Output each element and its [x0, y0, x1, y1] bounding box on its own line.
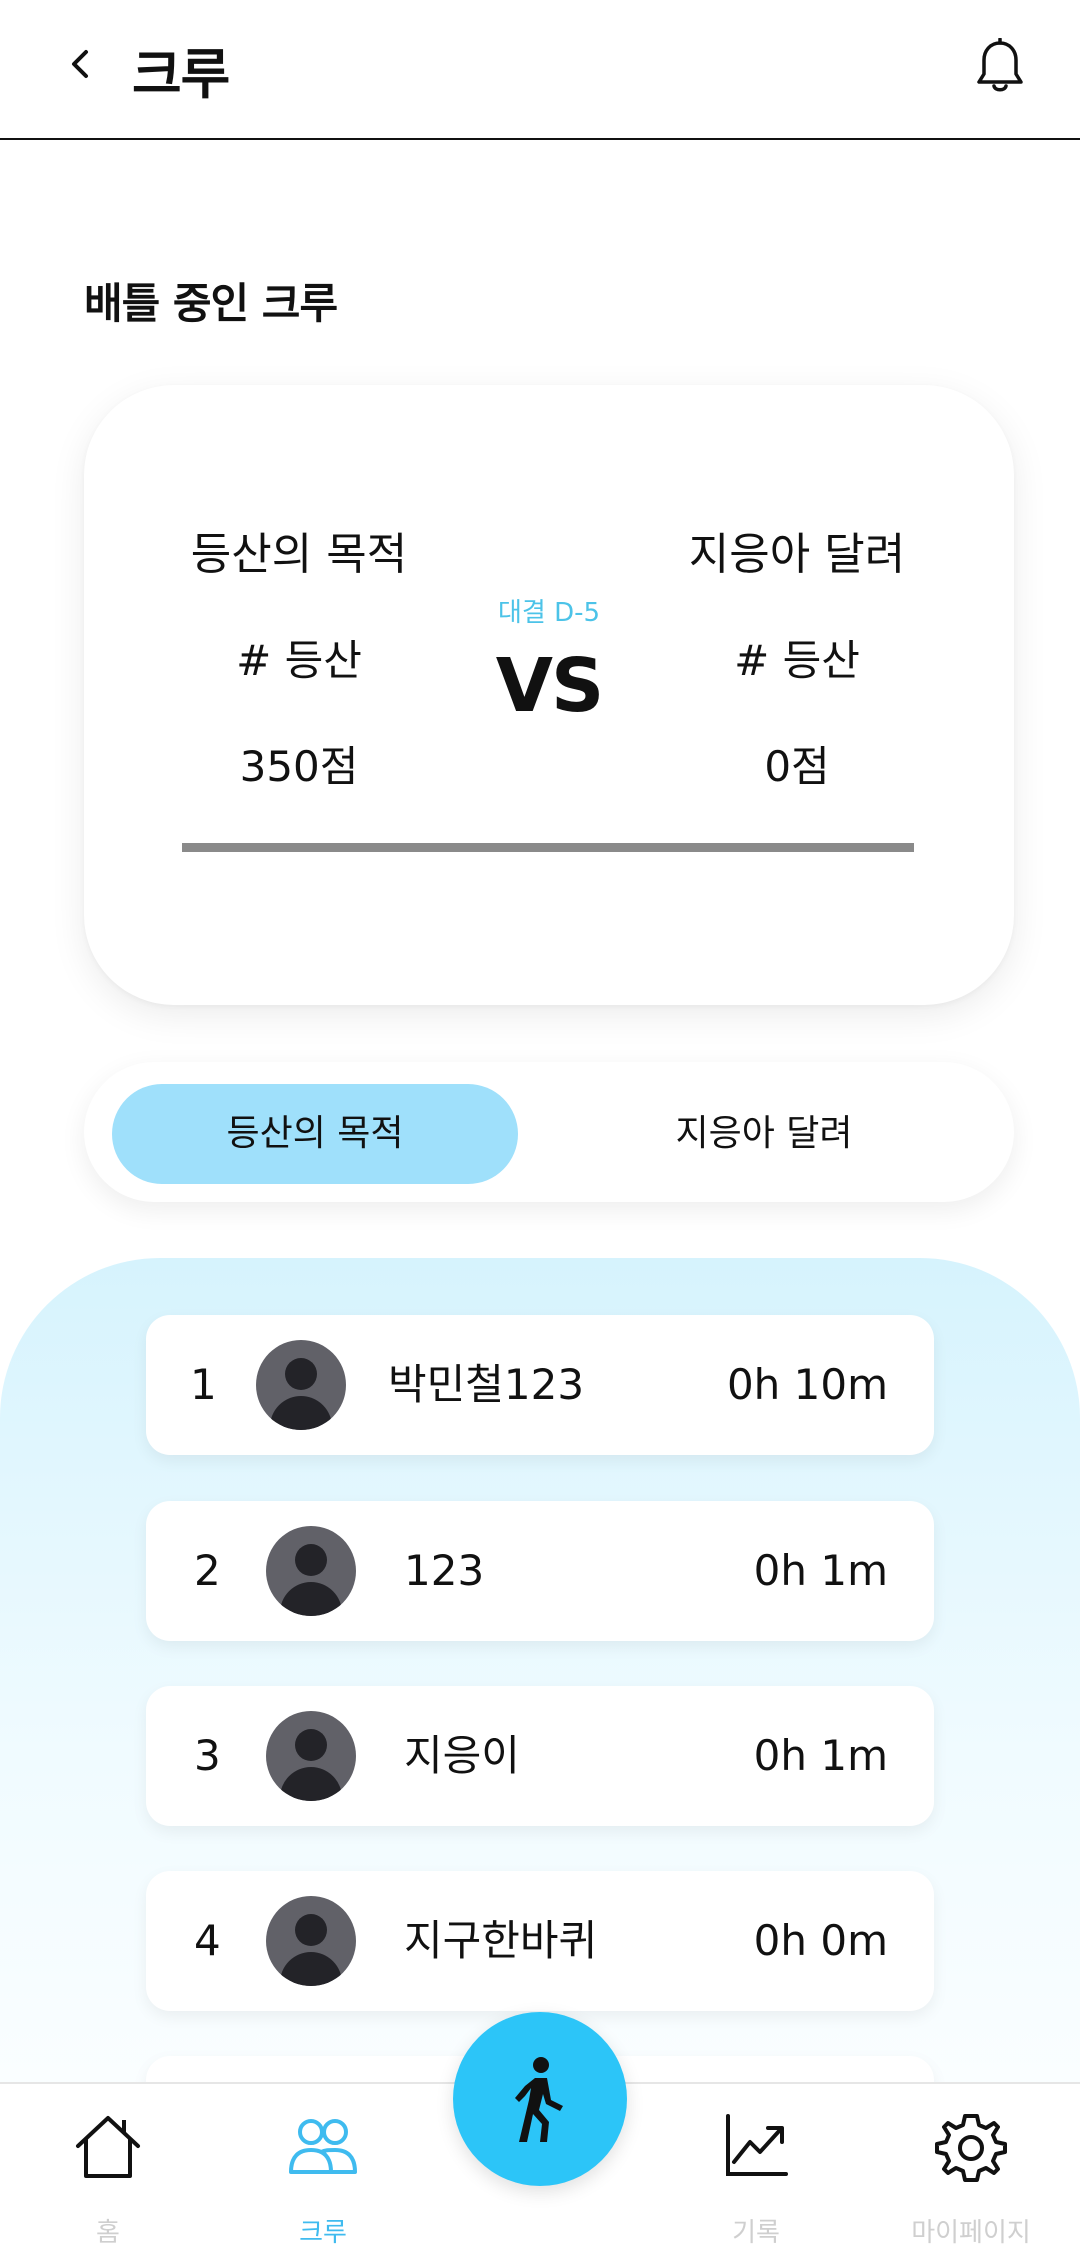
toggle-right-crew[interactable]: 지응아 달려 [554, 1084, 974, 1184]
avatar [256, 1340, 346, 1430]
rank-number: 3 [194, 1731, 221, 1780]
crew-toggle: 등산의 목적 지응아 달려 [84, 1062, 1014, 1202]
ranking-row[interactable]: 2 123 0h 1m [146, 1501, 934, 1641]
team-right-name: 지응아 달려 [688, 529, 906, 580]
member-name: 박민철123 [388, 1360, 585, 1409]
ranking-row[interactable]: 3 지응이 0h 1m [146, 1686, 934, 1826]
ranking-row[interactable]: 1 박민철123 0h 10m [146, 1315, 934, 1455]
rank-number: 4 [194, 1916, 221, 1965]
team-right: 지응아 달려 # 등산 0점 [637, 525, 957, 797]
walking-person-icon [515, 2057, 563, 2142]
chart-trend-icon [726, 2114, 788, 2176]
avatar [266, 1896, 356, 1986]
avatar [266, 1711, 356, 1801]
member-name: 123 [404, 1546, 485, 1595]
team-left-score: 350점 [239, 742, 359, 791]
rank-number: 1 [190, 1360, 217, 1409]
battle-card: 등산의 목적 # 등산 350점 대결 D-5 VS 지응아 달려 # 등산 0… [84, 385, 1014, 1005]
ranking-row[interactable]: 4 지구한바퀴 0h 0m [146, 1871, 934, 2011]
bell-icon[interactable] [974, 37, 1026, 96]
gear-icon [935, 2114, 1007, 2182]
nav-crew[interactable]: 크루 [263, 2084, 383, 2250]
team-right-tag: # 등산 [734, 636, 860, 685]
nav-home-label: 홈 [96, 2218, 120, 2248]
member-time: 0h 1m [753, 1731, 888, 1780]
nav-records-label: 기록 [732, 2218, 780, 2248]
score-progress-fill [182, 843, 914, 852]
section-title: 배틀 중인 크루 [84, 279, 338, 328]
page-title: 크루 [132, 43, 230, 106]
member-time: 0h 0m [753, 1916, 888, 1965]
home-icon [76, 2116, 140, 2178]
nav-mypage-label: 마이페이지 [911, 2218, 1031, 2248]
member-name: 지구한바퀴 [404, 1916, 598, 1965]
member-name: 지응이 [404, 1731, 520, 1780]
nav-home[interactable]: 홈 [48, 2084, 168, 2250]
back-icon[interactable] [62, 44, 102, 84]
member-time: 0h 1m [753, 1546, 888, 1595]
nav-crew-label: 크루 [299, 2218, 347, 2248]
nav-records[interactable]: 기록 [696, 2084, 816, 2250]
team-left-name: 등산의 목적 [190, 529, 408, 580]
toggle-left-crew[interactable]: 등산의 목적 [112, 1084, 518, 1184]
team-right-score: 0점 [764, 742, 830, 791]
nav-mypage[interactable]: 마이페이지 [895, 2084, 1047, 2250]
start-activity-button[interactable] [453, 2012, 627, 2186]
app-header: 크루 [0, 0, 1080, 140]
crew-icon [289, 2119, 357, 2174]
score-progress-bar [182, 843, 914, 852]
rank-number: 2 [194, 1546, 221, 1595]
avatar [266, 1526, 356, 1616]
member-time: 0h 10m [726, 1360, 888, 1409]
